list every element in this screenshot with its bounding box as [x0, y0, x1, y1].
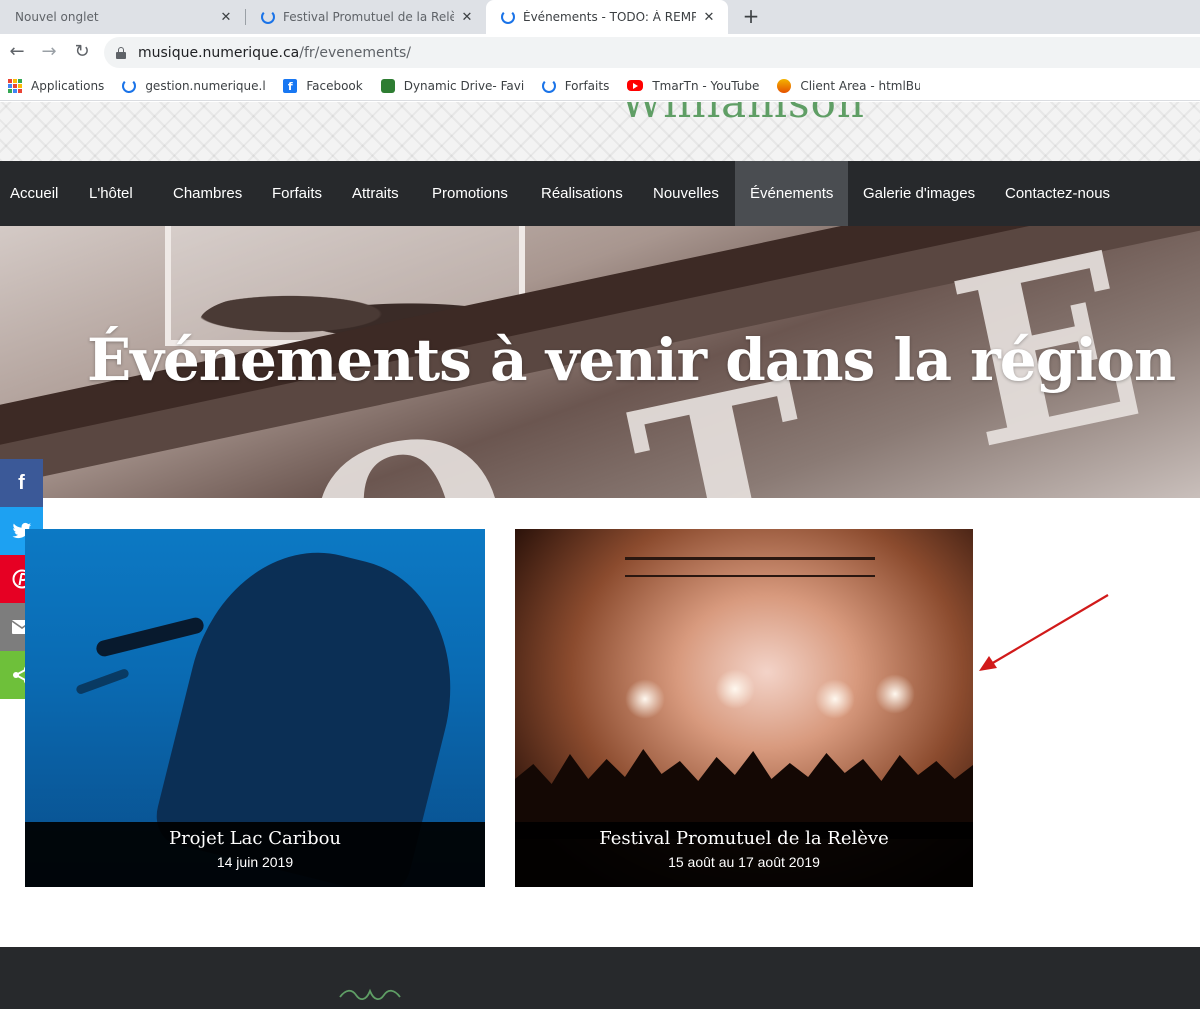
- stage-light-image: [875, 674, 915, 714]
- nav-item-chambres[interactable]: Chambres: [158, 161, 257, 226]
- bookmark-applications[interactable]: Applications: [8, 78, 105, 93]
- site-favicon-icon: [261, 10, 275, 24]
- dynamic-drive-icon: [380, 78, 395, 93]
- stage-light-image: [715, 669, 755, 709]
- footer-ornament-icon: [339, 988, 401, 1000]
- hero-banner: T E O Événements à venir dans la région: [0, 226, 1200, 498]
- event-card-lac-caribou[interactable]: Projet Lac Caribou 14 juin 2019: [25, 529, 485, 887]
- bookmark-label: Dynamic Drive- Favic: [403, 78, 524, 93]
- bookmarks-bar: Applications gestion.numerique.lo f Face…: [0, 71, 1200, 101]
- facebook-icon: f: [283, 78, 298, 93]
- nav-item-contact[interactable]: Contactez-nous: [990, 161, 1125, 226]
- forward-arrow-icon[interactable]: →: [38, 41, 60, 63]
- close-icon[interactable]: ✕: [460, 10, 474, 25]
- reload-icon[interactable]: ↻: [71, 41, 93, 63]
- bookmark-label: Applications: [31, 78, 105, 93]
- nav-item-accueil[interactable]: Accueil: [0, 161, 73, 226]
- bookmark-facebook[interactable]: f Facebook: [283, 78, 363, 93]
- bookmark-label: Forfaits: [564, 78, 610, 93]
- site-footer: [0, 947, 1200, 1009]
- nav-item-nouvelles[interactable]: Nouvelles: [638, 161, 734, 226]
- bookmark-gestion[interactable]: gestion.numerique.lo: [122, 78, 266, 93]
- stage-light-image: [815, 679, 855, 719]
- address-bar[interactable]: musique.numerique.ca/fr/evenements/: [104, 37, 1200, 68]
- close-icon[interactable]: ✕: [219, 10, 233, 25]
- url-path: /fr/evenements/: [299, 44, 412, 61]
- site-favicon-icon: [501, 10, 515, 24]
- close-icon[interactable]: ✕: [702, 10, 716, 25]
- site-logo[interactable]: Williamson: [620, 102, 865, 127]
- nav-item-forfaits[interactable]: Forfaits: [257, 161, 337, 226]
- tab-festival[interactable]: Festival Promutuel de la Relève - ✕: [246, 0, 486, 34]
- apps-grid-icon: [8, 78, 22, 93]
- bookmark-label: Facebook: [306, 78, 363, 93]
- back-arrow-icon[interactable]: ←: [6, 41, 28, 63]
- tab-title: Événements - TODO: À REMPLAC: [523, 10, 696, 24]
- browser-tabstrip: Nouvel onglet ✕ Festival Promutuel de la…: [0, 0, 1200, 34]
- main-navigation: Accueil L'hôtel Chambres Forfaits Attrai…: [0, 161, 1200, 226]
- bookmark-youtube[interactable]: TmarTn - YouTube: [627, 79, 759, 93]
- site-header: Williamson: [0, 102, 1200, 161]
- stage-truss-image: [625, 557, 875, 577]
- tab-new-tab[interactable]: Nouvel onglet ✕: [0, 0, 245, 34]
- client-area-icon: [777, 78, 792, 93]
- event-caption: Projet Lac Caribou 14 juin 2019: [25, 822, 485, 887]
- lock-icon: [116, 46, 126, 59]
- facebook-share-button[interactable]: f: [0, 459, 43, 507]
- bookmark-label: gestion.numerique.lo: [145, 78, 266, 93]
- youtube-icon: [627, 80, 644, 91]
- nav-item-promotions[interactable]: Promotions: [417, 161, 523, 226]
- facebook-icon: f: [18, 471, 25, 494]
- diver-image: [94, 615, 206, 659]
- bookmark-dynamic-drive[interactable]: Dynamic Drive- Favic: [380, 78, 524, 93]
- nav-item-attraits[interactable]: Attraits: [337, 161, 414, 226]
- bookmark-forfaits[interactable]: Forfaits: [541, 78, 610, 93]
- annotation-arrow-icon: [979, 594, 1109, 671]
- event-caption: Festival Promutuel de la Relève 15 août …: [515, 822, 973, 887]
- nav-item-hotel[interactable]: L'hôtel: [74, 161, 148, 226]
- stage-light-image: [625, 679, 665, 719]
- bookmark-label: TmarTn - YouTube: [652, 78, 760, 93]
- event-date: 14 juin 2019: [216, 854, 294, 870]
- event-date: 15 août au 17 août 2019: [668, 854, 820, 870]
- bookmark-label: Client Area - htmlBur: [800, 78, 921, 93]
- page-title: Événements à venir dans la région: [87, 326, 1176, 394]
- event-title[interactable]: Projet Lac Caribou: [25, 828, 485, 849]
- event-card-festival[interactable]: Festival Promutuel de la Relève 15 août …: [515, 529, 973, 887]
- bookmark-client-area[interactable]: Client Area - htmlBur: [777, 78, 921, 93]
- nav-item-realisations[interactable]: Réalisations: [526, 161, 638, 226]
- nav-item-galerie[interactable]: Galerie d'images: [848, 161, 990, 226]
- event-title[interactable]: Festival Promutuel de la Relève: [515, 828, 973, 849]
- tab-title: Festival Promutuel de la Relève -: [283, 10, 454, 24]
- diver-image: [75, 667, 130, 696]
- browser-toolbar: ← → ↻ musique.numerique.ca/fr/evenements…: [0, 34, 1200, 71]
- nav-item-evenements[interactable]: Événements: [735, 161, 848, 226]
- site-favicon-icon: [122, 78, 137, 93]
- tab-title: Nouvel onglet: [15, 10, 99, 24]
- new-tab-button[interactable]: +: [740, 5, 762, 29]
- url-host: musique.numerique.ca: [138, 44, 300, 61]
- site-favicon-icon: [541, 78, 556, 93]
- tab-evenements[interactable]: Événements - TODO: À REMPLAC ✕: [486, 0, 728, 34]
